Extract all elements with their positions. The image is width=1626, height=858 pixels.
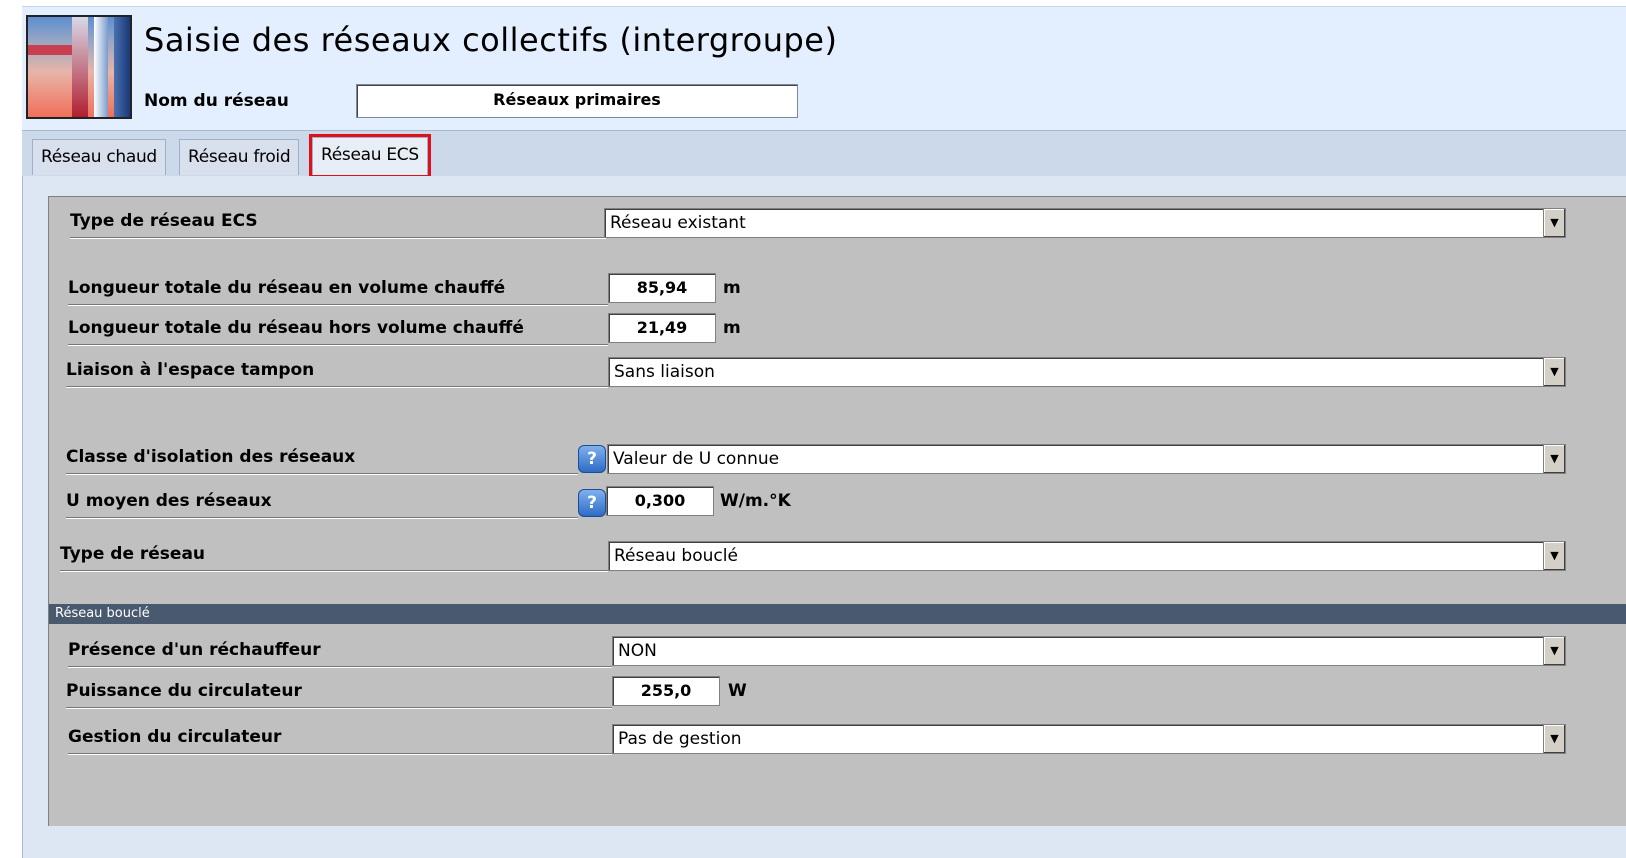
type-reseau-select[interactable]: Réseau bouclé ▼ bbox=[608, 541, 1566, 571]
type-reseau-ecs-label: Type de réseau ECS bbox=[70, 208, 606, 238]
gestion-select[interactable]: Pas de gestion ▼ bbox=[612, 724, 1566, 754]
longueur-hors-input[interactable]: 21,49 bbox=[608, 313, 716, 343]
tab-reseau-chaud[interactable]: Réseau chaud bbox=[32, 139, 166, 175]
rechauffeur-label: Présence d'un réchauffeur bbox=[68, 637, 612, 667]
network-name-label: Nom du réseau bbox=[144, 91, 289, 111]
puissance-label: Puissance du circulateur bbox=[66, 678, 612, 708]
u-moyen-input[interactable]: 0,300 bbox=[606, 486, 714, 516]
rechauffeur-select[interactable]: NON ▼ bbox=[612, 636, 1566, 666]
longueur-hors-unit: m bbox=[723, 318, 741, 338]
dropdown-arrow-icon[interactable]: ▼ bbox=[1543, 637, 1565, 665]
rechauffeur-value: NON bbox=[618, 641, 657, 661]
gestion-value: Pas de gestion bbox=[618, 729, 742, 749]
puissance-unit: W bbox=[728, 681, 747, 701]
gestion-label: Gestion du circulateur bbox=[68, 724, 612, 754]
classe-isolation-label: Classe d'isolation des réseaux bbox=[66, 444, 578, 474]
section-reseau-boucle-header: Réseau bouclé bbox=[49, 604, 1626, 624]
type-reseau-ecs-value: Réseau existant bbox=[610, 213, 746, 233]
longueur-chauffe-input[interactable]: 85,94 bbox=[608, 273, 716, 303]
type-reseau-ecs-select[interactable]: Réseau existant ▼ bbox=[604, 208, 1566, 238]
dropdown-arrow-icon[interactable]: ▼ bbox=[1543, 725, 1565, 753]
help-icon[interactable]: ? bbox=[578, 445, 606, 473]
type-reseau-value: Réseau bouclé bbox=[614, 546, 738, 566]
dropdown-arrow-icon[interactable]: ▼ bbox=[1543, 445, 1565, 473]
puissance-input[interactable]: 255,0 bbox=[612, 676, 720, 706]
longueur-chauffe-label: Longueur totale du réseau en volume chau… bbox=[68, 275, 608, 305]
network-name-field[interactable]: Réseaux primaires bbox=[356, 84, 798, 118]
tab-reseau-froid[interactable]: Réseau froid bbox=[179, 139, 300, 175]
dropdown-arrow-icon[interactable]: ▼ bbox=[1543, 209, 1565, 237]
type-reseau-label: Type de réseau bbox=[60, 541, 608, 571]
classe-isolation-value: Valeur de U connue bbox=[613, 449, 780, 469]
page-title: Saisie des réseaux collectifs (intergrou… bbox=[144, 21, 838, 59]
classe-isolation-select[interactable]: Valeur de U connue ▼ bbox=[607, 444, 1566, 474]
u-moyen-unit: W/m.°K bbox=[720, 491, 791, 511]
tab-reseau-ecs[interactable]: Réseau ECS bbox=[309, 134, 431, 178]
dropdown-arrow-icon[interactable]: ▼ bbox=[1543, 542, 1565, 570]
tab-strip: Réseau chaud Réseau froid Réseau ECS bbox=[22, 130, 1626, 178]
liaison-label: Liaison à l'espace tampon bbox=[66, 357, 608, 387]
u-moyen-label: U moyen des réseaux bbox=[66, 488, 578, 518]
header: Saisie des réseaux collectifs (intergrou… bbox=[22, 6, 1626, 130]
longueur-hors-label: Longueur totale du réseau hors volume ch… bbox=[68, 315, 608, 345]
help-icon[interactable]: ? bbox=[578, 489, 606, 517]
longueur-chauffe-unit: m bbox=[723, 278, 741, 298]
liaison-select[interactable]: Sans liaison ▼ bbox=[608, 357, 1566, 387]
dropdown-arrow-icon[interactable]: ▼ bbox=[1543, 358, 1565, 386]
app-logo bbox=[26, 15, 132, 119]
liaison-value: Sans liaison bbox=[614, 362, 715, 382]
